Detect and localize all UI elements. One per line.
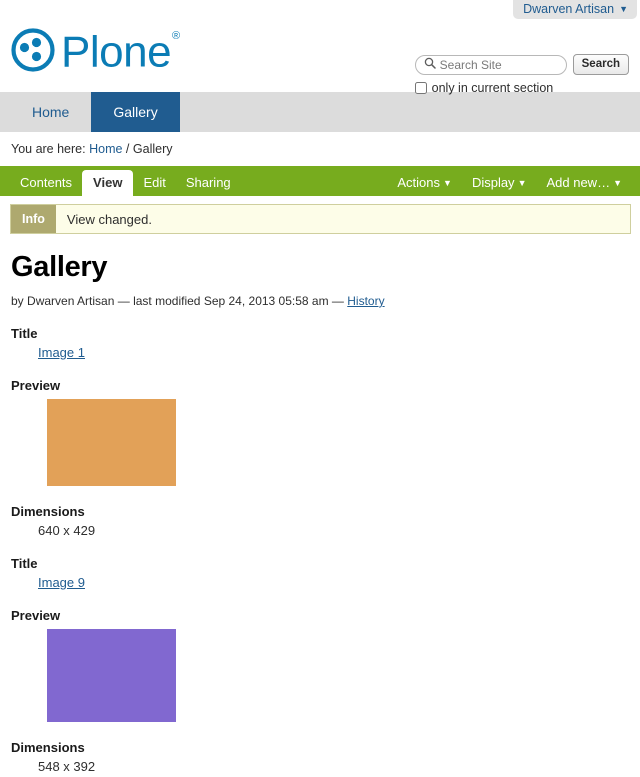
status-message-text: View changed.: [66, 211, 152, 227]
breadcrumb: You are here: Home / Gallery: [0, 132, 640, 166]
byline-by: by: [11, 293, 24, 308]
content-menus-group: Actions ▼ Display ▼ Add new… ▼: [387, 171, 632, 196]
field-label-dimensions: Dimensions: [11, 503, 85, 519]
content-views-group: Contents View Edit Sharing: [10, 170, 241, 196]
byline-dash-2: —: [331, 293, 344, 308]
site-logo-text: Plone®: [61, 27, 180, 77]
personal-bar-username: Dwarven Artisan: [523, 2, 615, 16]
field-label-title: Title: [11, 325, 38, 341]
main-content: Gallery by Dwarven Artisan — last modifi…: [0, 251, 640, 774]
breadcrumb-link-home[interactable]: Home: [89, 142, 122, 156]
gallery-item: Title Image 1 Preview Dimensions 640 x 4…: [11, 326, 630, 538]
registered-trademark-icon: ®: [172, 30, 180, 42]
add-new-menu-label: Add new…: [546, 175, 611, 190]
content-action-bar: Contents View Edit Sharing Actions ▼ Disp…: [0, 166, 640, 196]
breadcrumb-separator: /: [125, 142, 130, 156]
content-view-view[interactable]: View: [82, 170, 134, 196]
content-view-sharing[interactable]: Sharing: [176, 171, 241, 196]
nav-tab-gallery[interactable]: Gallery: [91, 92, 180, 132]
field-label-dimensions: Dimensions: [11, 739, 85, 755]
personal-bar-user-menu[interactable]: Dwarven Artisan ▼: [513, 0, 637, 19]
image-preview-swatch: [47, 628, 176, 722]
gallery-item: Title Image 9 Preview Dimensions 548 x 3…: [11, 556, 630, 774]
image-preview-swatch: [47, 398, 176, 486]
breadcrumb-current: Gallery: [132, 142, 173, 156]
image-title-link[interactable]: Image 9: [38, 575, 85, 590]
chevron-down-icon: ▼: [619, 3, 628, 14]
byline-author: Dwarven Artisan: [27, 293, 115, 308]
field-value-dimensions: 640 x 429: [38, 522, 96, 538]
site-logo-link[interactable]: Plone®: [11, 26, 180, 77]
only-current-section-checkbox[interactable]: [414, 82, 427, 94]
search-button[interactable]: Search: [572, 54, 629, 75]
search-input[interactable]: [439, 57, 558, 72]
field-label-preview: Preview: [11, 607, 61, 623]
display-menu-label: Display: [471, 175, 515, 190]
nav-tab-home[interactable]: Home: [10, 92, 91, 132]
chevron-down-icon: ▼: [517, 178, 527, 188]
only-current-section-label: only in current section: [431, 81, 554, 95]
breadcrumb-prefix: You are here:: [11, 142, 86, 156]
byline-dash-1: —: [117, 293, 130, 308]
field-value-dimensions: 548 x 392: [38, 758, 96, 774]
history-link[interactable]: History: [347, 294, 384, 308]
search-icon: [424, 57, 436, 72]
chevron-down-icon: ▼: [613, 178, 622, 188]
global-navigation: Home Gallery: [0, 92, 640, 132]
image-preview[interactable]: [47, 398, 630, 486]
field-value-title: Image 9: [11, 575, 630, 590]
page-title: Gallery: [11, 251, 108, 283]
add-new-menu[interactable]: Add new… ▼: [536, 171, 632, 196]
image-title-link[interactable]: Image 1: [38, 345, 85, 360]
status-badge: Info: [11, 205, 56, 233]
document-byline: by Dwarven Artisan — last modified Sep 2…: [11, 294, 630, 308]
actions-menu[interactable]: Actions ▼: [387, 171, 462, 196]
content-view-contents[interactable]: Contents: [10, 171, 82, 196]
byline-modified-prefix: last modified: [133, 293, 201, 308]
byline-modified-date: Sep 24, 2013 05:58 am: [203, 293, 329, 308]
field-label-preview: Preview: [11, 377, 61, 393]
actions-menu-label: Actions: [397, 175, 441, 190]
chevron-down-icon: ▼: [443, 178, 452, 188]
search-current-section-option[interactable]: only in current section: [414, 81, 629, 95]
display-menu[interactable]: Display ▼: [462, 171, 537, 196]
field-label-title: Title: [11, 555, 38, 571]
plone-logo-icon: [11, 28, 55, 72]
site-header: Plone® Search only in current section: [0, 20, 640, 95]
content-view-edit[interactable]: Edit: [133, 171, 175, 196]
site-search-region: Search only in current section: [414, 54, 629, 95]
image-preview[interactable]: [47, 628, 630, 722]
field-value-title: Image 1: [11, 345, 630, 360]
status-message: Info View changed.: [10, 204, 631, 234]
search-field-wrapper[interactable]: [414, 54, 567, 75]
personal-bar-region: Dwarven Artisan ▼: [0, 0, 640, 20]
